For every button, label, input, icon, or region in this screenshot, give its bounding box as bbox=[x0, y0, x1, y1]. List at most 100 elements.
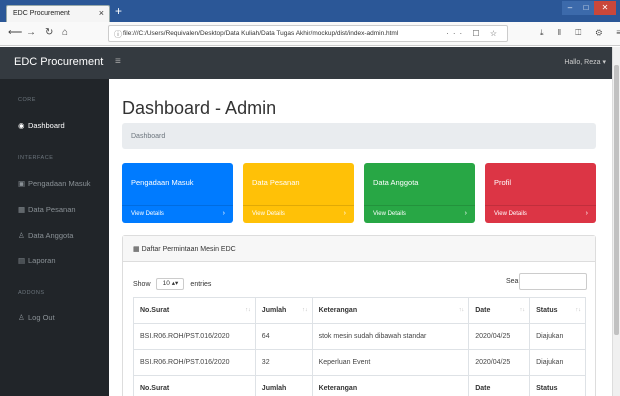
table-icon: ▣ bbox=[18, 179, 26, 188]
sidebar-item-data-anggota[interactable]: ♙ Data Anggota bbox=[18, 231, 73, 240]
app-top-bar: EDC Procurement ≡ Hallo, Reza ▾ bbox=[0, 47, 612, 79]
view-details-link[interactable]: View Details bbox=[131, 211, 164, 217]
breadcrumb-item: Dashboard bbox=[131, 133, 166, 140]
sidebar-item-pengadaan-masuk[interactable]: ▣ Pengadaan Masuk bbox=[18, 179, 91, 188]
sidebar-heading-interface: INTERFACE bbox=[18, 155, 54, 161]
sort-icon: ↑↓ bbox=[519, 307, 526, 313]
grid-icon: ▦ bbox=[18, 205, 26, 214]
cell-no-surat: BSI.R06.ROH/PST.016/2020 bbox=[133, 349, 256, 376]
close-tab-icon[interactable]: × bbox=[99, 8, 104, 18]
card-footer[interactable]: View Details › bbox=[243, 205, 354, 223]
sidebar-item-label: Dashboard bbox=[28, 121, 65, 130]
url-text[interactable]: file:///C:/Users/Requivalen/Desktop/Data… bbox=[123, 30, 398, 37]
new-tab-button[interactable]: + bbox=[115, 4, 122, 18]
user-menu[interactable]: Hallo, Reza ▾ bbox=[564, 58, 606, 66]
info-icon[interactable]: ⓘ bbox=[114, 29, 122, 40]
chevron-right-icon: › bbox=[464, 210, 467, 217]
sidebar-heading-core: CORE bbox=[18, 97, 36, 103]
cell-jumlah: 32 bbox=[254, 349, 313, 376]
user-icon: ♙ bbox=[18, 313, 25, 322]
browser-nav-bar: ⟵ → ↻ ⌂ ⓘ file:///C:/Users/Requivalen/De… bbox=[0, 22, 620, 46]
view-details-link[interactable]: View Details bbox=[373, 211, 406, 217]
sidebar-item-laporan[interactable]: ▤ Laporan bbox=[18, 256, 56, 265]
sidebar-item-label: Data Pesanan bbox=[28, 205, 76, 214]
column-header-jumlah[interactable]: Jumlah ↑↓ bbox=[254, 297, 313, 324]
scrollbar-thumb[interactable] bbox=[614, 65, 619, 335]
table-footer-row: No.Surat Jumlah Keterangan Date Status bbox=[133, 375, 586, 396]
footer-header-no-surat: No.Surat bbox=[133, 375, 256, 396]
column-header-no-surat[interactable]: No.Surat ↑↓ bbox=[133, 297, 256, 324]
card-footer[interactable]: View Details › bbox=[122, 205, 233, 223]
view-details-link[interactable]: View Details bbox=[252, 211, 285, 217]
toolbar-icons[interactable]: ⤓ ‖ ◫ ⚙ ≡ bbox=[540, 28, 620, 38]
table-card-title-text: Daftar Permintaan Mesin EDC bbox=[141, 246, 236, 253]
table-icon: ▦ bbox=[133, 246, 142, 253]
brand[interactable]: EDC Procurement bbox=[14, 56, 103, 68]
table-card-header: ▦ Daftar Permintaan Mesin EDC bbox=[123, 236, 595, 262]
card-profil: Profil View Details › bbox=[485, 163, 596, 223]
chevron-right-icon: › bbox=[343, 210, 346, 217]
report-icon: ▤ bbox=[18, 256, 26, 265]
sort-icon: ↑↓ bbox=[302, 307, 308, 313]
maximize-icon[interactable]: □ bbox=[578, 1, 594, 15]
card-data-pesanan: Data Pesanan View Details › bbox=[243, 163, 354, 223]
menu-toggle-icon[interactable]: ≡ bbox=[115, 56, 121, 67]
user-icon: ♙ bbox=[18, 231, 25, 240]
card-title: Data Anggota bbox=[373, 178, 419, 187]
column-header-label: No.Surat bbox=[140, 307, 170, 314]
cell-keterangan: stok mesin sudah dibawah standar bbox=[311, 323, 470, 350]
column-header-keterangan[interactable]: Keterangan ↑↓ bbox=[311, 297, 470, 324]
dashboard-icon: ◉ bbox=[18, 121, 25, 130]
table-header-row: No.Surat ↑↓ Jumlah ↑↓ Keterangan ↑↓ Date ↑↓ … bbox=[133, 297, 586, 324]
footer-header-jumlah: Jumlah bbox=[254, 375, 313, 396]
address-bar[interactable]: ⓘ file:///C:/Users/Requivalen/Desktop/Da… bbox=[108, 25, 508, 42]
breadcrumb: Dashboard bbox=[122, 123, 596, 149]
back-icon[interactable]: ⟵ bbox=[8, 27, 22, 38]
data-table: No.Surat ↑↓ Jumlah ↑↓ Keterangan ↑↓ Date ↑↓ … bbox=[133, 297, 586, 396]
minimize-icon[interactable]: – bbox=[562, 1, 578, 15]
browser-tab-bar: EDC Procurement × + – □ ✕ bbox=[0, 0, 620, 22]
sidebar: CORE ◉ Dashboard INTERFACE ▣ Pengadaan Mas… bbox=[0, 79, 109, 396]
table-row: BSI.R06.ROH/PST.016/2020 64 stok mesin s… bbox=[133, 323, 586, 350]
sort-icon: ↑↓ bbox=[575, 307, 582, 313]
reload-icon[interactable]: ↻ bbox=[45, 27, 53, 38]
view-details-link[interactable]: View Details bbox=[494, 211, 527, 217]
cell-no-surat: BSI.R06.ROH/PST.016/2020 bbox=[133, 323, 256, 350]
page-actions-icons[interactable]: ··· ☐ ☆ bbox=[446, 29, 501, 38]
sidebar-item-label: Laporan bbox=[28, 256, 56, 265]
column-header-label: Jumlah bbox=[261, 307, 287, 314]
footer-header-keterangan: Keterangan bbox=[311, 375, 470, 396]
sidebar-item-label: Pengadaan Masuk bbox=[28, 179, 91, 188]
browser-tab[interactable]: EDC Procurement × bbox=[6, 5, 110, 22]
card-title: Pengadaan Masuk bbox=[131, 178, 194, 187]
search-input[interactable] bbox=[519, 273, 587, 290]
card-data-anggota: Data Anggota View Details › bbox=[364, 163, 475, 223]
column-header-label: Keterangan bbox=[318, 307, 358, 314]
entries-control: Show 10 ▴▾ entries bbox=[133, 278, 211, 290]
forward-icon[interactable]: → bbox=[26, 27, 36, 38]
cell-date: 2020/04/25 bbox=[468, 323, 531, 350]
home-icon[interactable]: ⌂ bbox=[62, 27, 68, 38]
page-scrollbar[interactable] bbox=[612, 47, 620, 396]
chevron-right-icon: › bbox=[585, 210, 588, 217]
card-title: Profil bbox=[494, 178, 512, 187]
card-footer[interactable]: View Details › bbox=[364, 205, 475, 223]
sidebar-heading-addons: ADDONS bbox=[18, 290, 45, 296]
cell-keterangan: Keperluan Event bbox=[311, 349, 470, 376]
sidebar-item-dashboard[interactable]: ◉ Dashboard bbox=[18, 121, 65, 130]
column-header-label: Status bbox=[536, 307, 558, 314]
table-row: BSI.R06.ROH/PST.016/2020 32 Keperluan Ev… bbox=[133, 349, 586, 376]
entries-select[interactable]: 10 ▴▾ bbox=[156, 278, 185, 290]
cell-status: Diajukan bbox=[529, 349, 586, 376]
page-title: Dashboard - Admin bbox=[122, 98, 277, 118]
column-header-date[interactable]: Date ↑↓ bbox=[468, 297, 531, 324]
column-header-status[interactable]: Status ↑↓ bbox=[529, 297, 586, 324]
sidebar-item-log-out[interactable]: ♙ Log Out bbox=[18, 313, 55, 322]
window-controls: – □ ✕ bbox=[562, 1, 616, 15]
show-label: Show bbox=[133, 280, 151, 288]
card-title: Data Pesanan bbox=[252, 178, 300, 187]
close-window-icon[interactable]: ✕ bbox=[594, 1, 616, 15]
sort-icon: ↑↓ bbox=[245, 307, 251, 313]
card-footer[interactable]: View Details › bbox=[485, 205, 596, 223]
sidebar-item-data-pesanan[interactable]: ▦ Data Pesanan bbox=[18, 205, 76, 214]
